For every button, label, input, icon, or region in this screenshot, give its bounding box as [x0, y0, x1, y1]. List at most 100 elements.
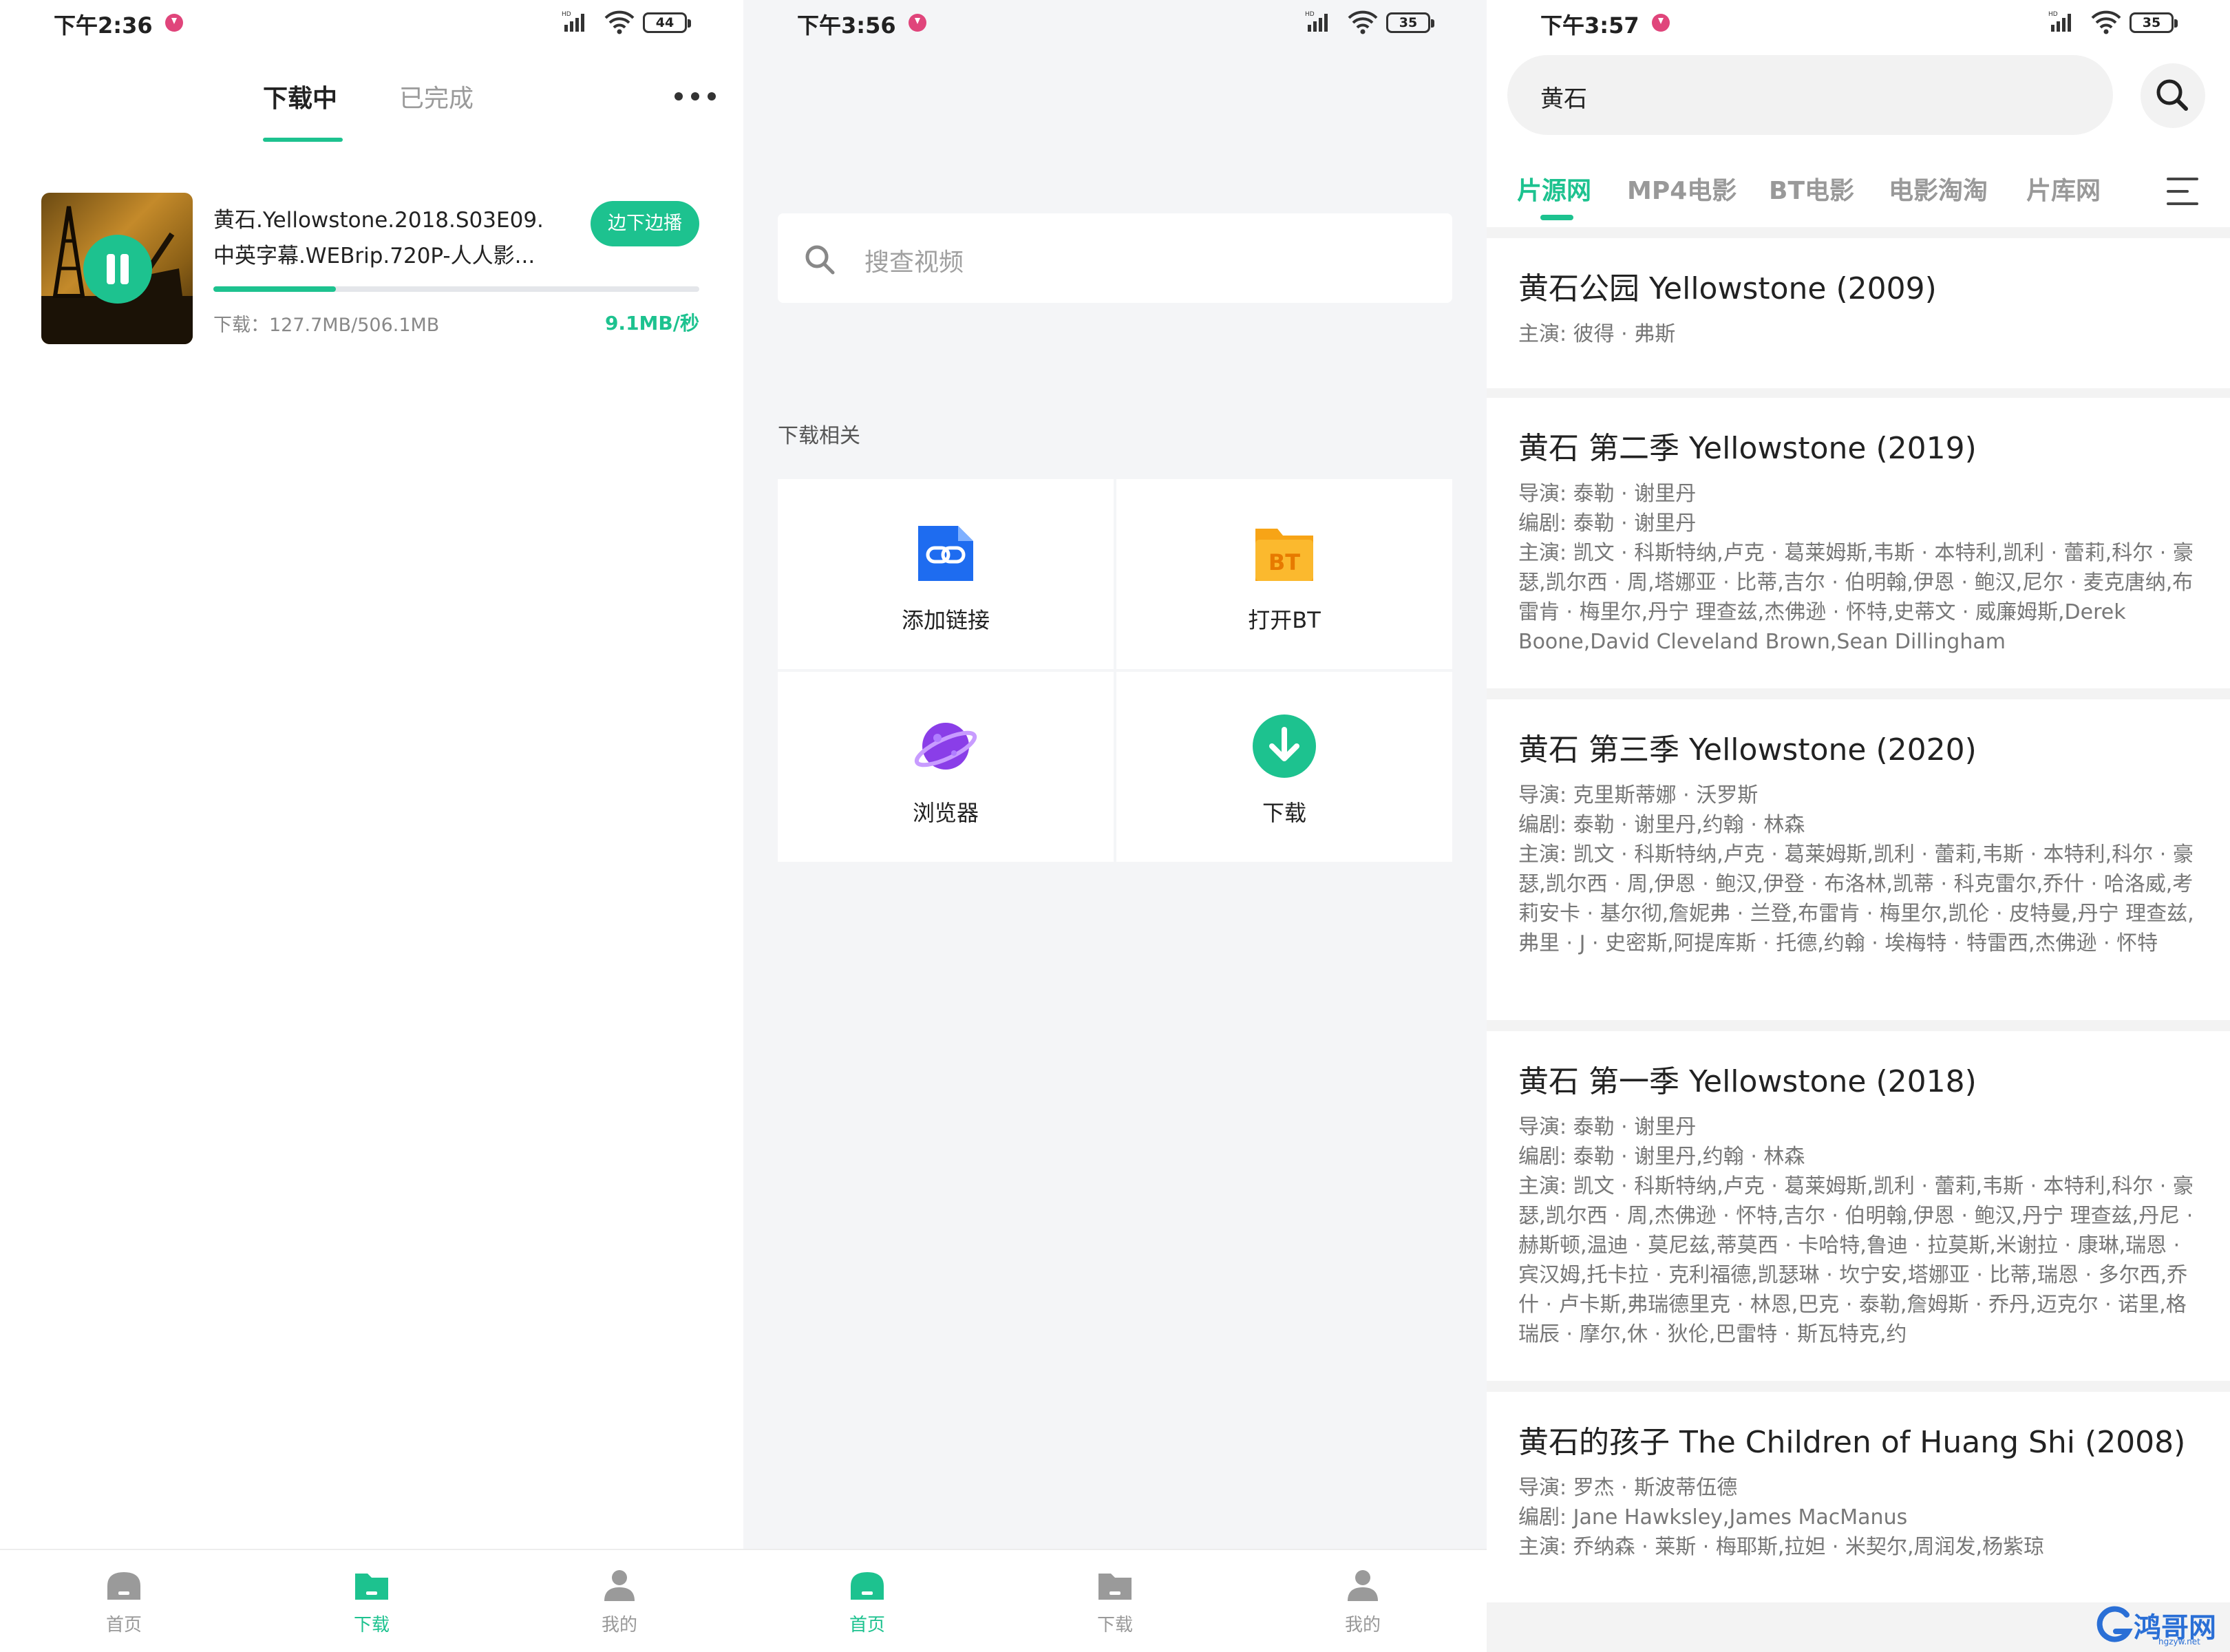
search-results-screen: 下午3:57 HD 35 黄石 片源网 MP4电影 BT电影 电影淘淘 片库网 — [1487, 0, 2230, 1652]
wifi-icon — [2091, 10, 2121, 34]
source-tab-1[interactable]: MP4电影 — [1627, 171, 1737, 206]
browser-button[interactable]: 浏览器 — [778, 672, 1114, 862]
more-dot-icon — [675, 92, 683, 100]
video-thumbnail — [41, 193, 193, 344]
nav-download-label: 下载 — [353, 1615, 390, 1635]
watermark-icon — [2096, 1606, 2133, 1642]
folder-icon — [355, 1574, 388, 1600]
downloads-screen: 下午2:36 HD 44 下载中 已完成 黄石.Yellowstone.2018… — [0, 0, 743, 1652]
source-tab-4[interactable]: 片库网 — [2026, 171, 2101, 206]
result-line: 主演: 凯文 · 科斯特纳,卢克 · 葛莱姆斯,韦斯 · 本特利,凯利 · 蕾莉… — [1518, 541, 2194, 654]
download-title-line1: 黄石.Yellowstone.2018.S03E09. — [213, 208, 544, 233]
notification-icon — [165, 14, 183, 32]
result-line: 编剧: 泰勒 · 谢里丹 — [1518, 511, 1697, 536]
user-icon — [604, 1570, 635, 1601]
status-time: 下午3:57 — [1540, 12, 1639, 39]
wifi-icon — [1348, 10, 1378, 34]
status-bar: 下午3:56 HD 35 — [743, 0, 1487, 48]
bottom-navigation: 首页 下载 我的 — [743, 1549, 1487, 1652]
watermark-logo: 鸿哥网 hgzyw.net — [2092, 1602, 2230, 1652]
notification-icon — [1652, 14, 1670, 32]
svg-text:HD: HD — [1305, 11, 1315, 18]
download-tool-button[interactable]: 下载 — [1116, 672, 1452, 862]
nav-mine[interactable]: 我的 — [1294, 1568, 1432, 1636]
home-screen: 下午3:56 HD 35 搜查视频 下载相关 添加链接 BT 打开BT 浏览器 … — [743, 0, 1487, 1652]
result-line: 主演: 彼得 · 弗斯 — [1518, 322, 1676, 346]
bt-folder-icon: BT — [1255, 529, 1313, 581]
result-details: 主演: 彼得 · 弗斯 — [1518, 319, 2202, 349]
source-tab-3[interactable]: 电影淘淘 — [1889, 171, 1988, 206]
nav-home[interactable]: 首页 — [55, 1568, 193, 1636]
nav-download[interactable]: 下载 — [1046, 1568, 1184, 1636]
user-icon — [1348, 1570, 1378, 1601]
download-size-text: 下载：127.7MB/506.1MB — [213, 315, 440, 336]
result-item[interactable]: 黄石 第一季 Yellowstone (2018) 导演: 泰勒 · 谢里丹 编… — [1487, 1031, 2230, 1381]
result-title: 黄石的孩子 The Children of Huang Shi (2008) — [1518, 1425, 2186, 1460]
search-icon — [805, 245, 835, 275]
tab-downloading[interactable]: 下载中 — [263, 78, 337, 114]
download-speed-text: 9.1MB/秒 — [604, 312, 699, 335]
play-while-downloading-button[interactable]: 边下边播 — [591, 201, 699, 246]
source-tab-2[interactable]: BT电影 — [1769, 171, 1854, 206]
source-tab-0[interactable]: 片源网 — [1517, 171, 1591, 206]
nav-home[interactable]: 首页 — [798, 1568, 936, 1636]
download-circle-icon — [1253, 714, 1316, 778]
svg-text:HD: HD — [2048, 11, 2058, 18]
svg-text:HD: HD — [562, 11, 571, 18]
bt-icon-text: BT — [1268, 549, 1300, 575]
menu-icon[interactable] — [2167, 178, 2198, 205]
source-tabs: 片源网 MP4电影 BT电影 电影淘淘 片库网 — [1487, 151, 2230, 227]
download-tool-label: 下载 — [1262, 800, 1306, 826]
add-link-button[interactable]: 添加链接 — [778, 479, 1114, 669]
pause-button[interactable] — [83, 235, 152, 304]
result-details: 导演: 克里斯蒂娜 · 沃罗斯 编剧: 泰勒 · 谢里丹,约翰 · 林森 主演:… — [1518, 781, 2202, 958]
open-bt-label: 打开BT — [1248, 607, 1321, 633]
add-link-label: 添加链接 — [901, 607, 990, 633]
link-icon — [918, 526, 973, 581]
status-time: 下午3:56 — [797, 12, 896, 39]
result-line: 导演: 泰勒 · 谢里丹 — [1518, 1115, 1697, 1139]
result-title: 黄石 第三季 Yellowstone (2020) — [1518, 732, 1977, 767]
home-icon — [107, 1572, 140, 1600]
search-input[interactable]: 黄石 — [1507, 55, 2113, 135]
result-item[interactable]: 黄石 第三季 Yellowstone (2020) 导演: 克里斯蒂娜 · 沃罗… — [1487, 699, 2230, 1020]
status-bar: 下午2:36 HD 44 — [0, 0, 743, 48]
search-icon — [2156, 79, 2188, 111]
signal-icon: HD — [2048, 11, 2071, 32]
result-item[interactable]: 黄石 第二季 Yellowstone (2019) 导演: 泰勒 · 谢里丹 编… — [1487, 398, 2230, 688]
result-line: 编剧: Jane Hawksley,James MacManus — [1518, 1505, 1908, 1529]
battery-icon: 35 — [1386, 12, 1434, 33]
more-options-button[interactable] — [675, 88, 716, 105]
result-item[interactable]: 黄石公园 Yellowstone (2009) 主演: 彼得 · 弗斯 — [1487, 238, 2230, 388]
video-search-box[interactable]: 搜查视频 — [778, 213, 1452, 303]
browser-label: 浏览器 — [912, 800, 979, 826]
download-progress-fill — [213, 286, 337, 292]
download-tools-grid: 添加链接 BT 打开BT 浏览器 下载 — [778, 479, 1452, 862]
nav-home-label: 首页 — [105, 1615, 142, 1635]
bottom-navigation: 首页 下载 我的 — [0, 1549, 743, 1652]
result-line: 导演: 克里斯蒂娜 · 沃罗斯 — [1518, 783, 1759, 807]
nav-download[interactable]: 下载 — [303, 1568, 440, 1636]
wifi-icon — [604, 10, 635, 34]
result-details: 导演: 泰勒 · 谢里丹 编剧: 泰勒 · 谢里丹,约翰 · 林森 主演: 凯文… — [1518, 1112, 2202, 1348]
search-placeholder: 搜查视频 — [864, 248, 964, 277]
status-bar: 下午3:57 HD 35 — [1487, 0, 2230, 48]
nav-home-label: 首页 — [849, 1615, 885, 1635]
planet-icon — [914, 723, 977, 770]
download-progress-bar — [213, 286, 699, 292]
folder-icon — [1098, 1574, 1132, 1600]
result-line: 主演: 凯文 · 科斯特纳,卢克 · 葛莱姆斯,凯利 · 蕾莉,韦斯 · 本特利… — [1518, 843, 2194, 955]
nav-mine-label: 我的 — [601, 1615, 637, 1635]
signal-icon: HD — [562, 11, 584, 32]
result-item[interactable]: 黄石的孩子 The Children of Huang Shi (2008) 导… — [1487, 1392, 2230, 1602]
download-title: 黄石.Yellowstone.2018.S03E09. 中英字幕.WEBrip.… — [213, 202, 571, 274]
battery-icon: 44 — [643, 12, 691, 33]
active-tab-indicator — [263, 138, 343, 142]
open-bt-button[interactable]: BT 打开BT — [1116, 479, 1452, 669]
download-item[interactable]: 黄石.Yellowstone.2018.S03E09. 中英字幕.WEBrip.… — [41, 193, 702, 344]
nav-mine[interactable]: 我的 — [551, 1568, 688, 1636]
notification-icon — [909, 14, 926, 32]
search-button[interactable] — [2141, 63, 2205, 128]
tab-completed[interactable]: 已完成 — [399, 78, 474, 114]
result-title: 黄石 第一季 Yellowstone (2018) — [1518, 1064, 1977, 1099]
